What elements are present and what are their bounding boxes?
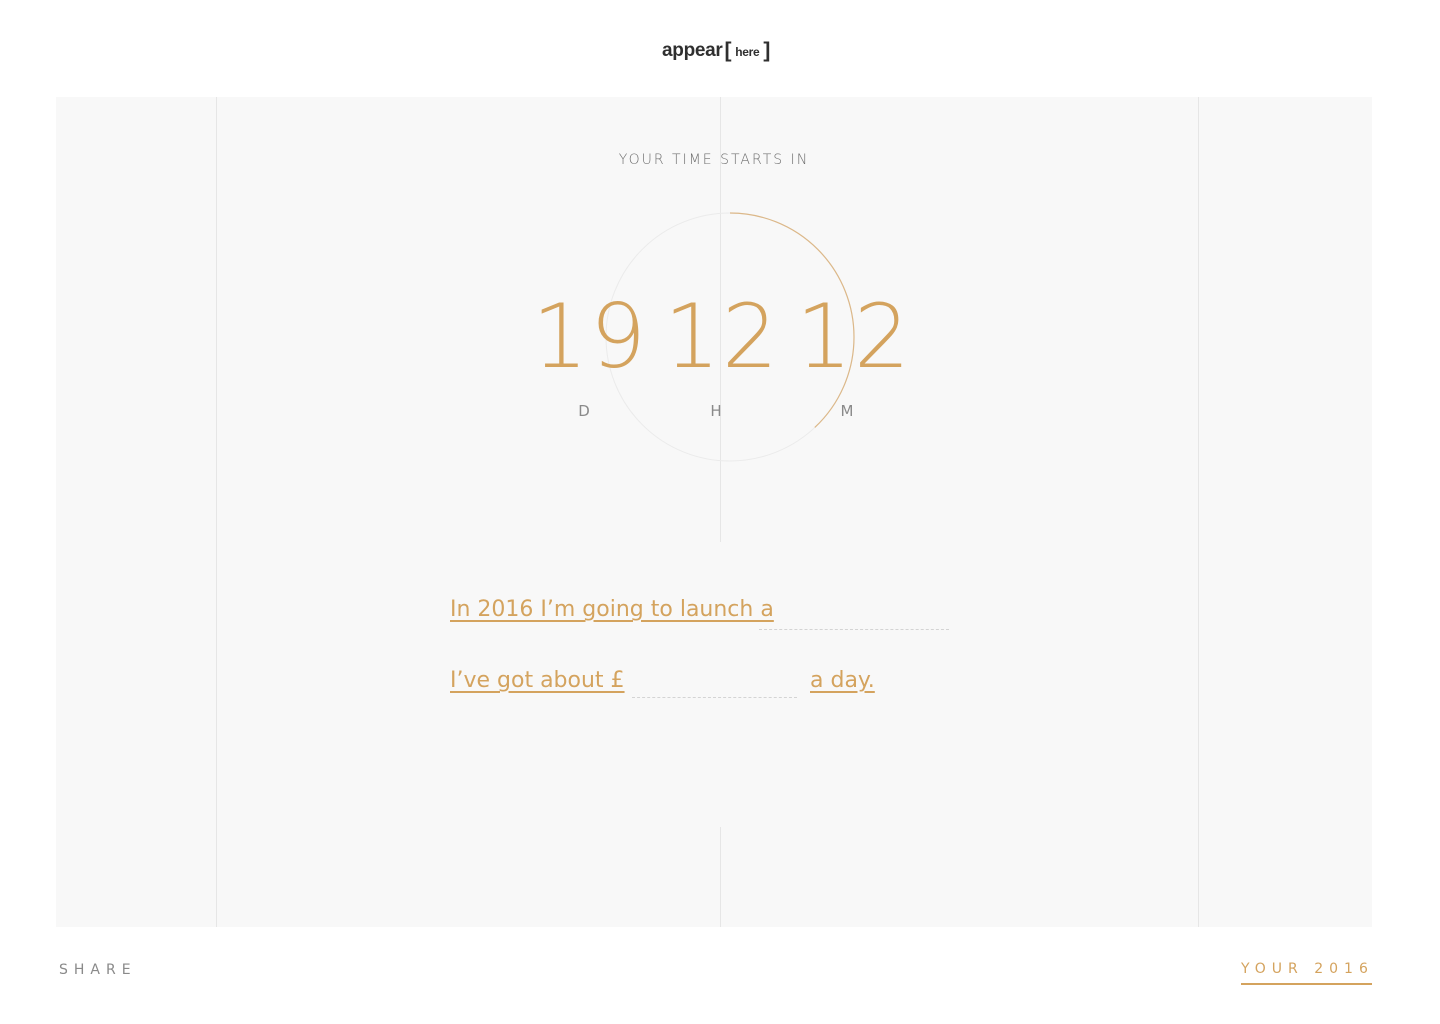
logo-here: here [735,45,760,59]
budget-input[interactable] [632,667,797,698]
logo-word: appear [662,40,723,61]
minutes-unit: M [840,402,854,420]
share-link[interactable]: SHARE [59,962,137,978]
header: appear [ here ] [0,0,1440,97]
grid-line-right [1198,97,1199,927]
your-2016-button[interactable]: YOUR 2016 [1241,961,1372,985]
countdown-label: YOUR TIME STARTS IN [618,152,810,168]
budget-sentence-suffix: a day. [810,668,875,693]
hours-value: 12 [664,285,780,388]
logo-open-bracket: [ [724,39,732,62]
hours-unit: H [710,402,722,420]
countdown-panel: YOUR TIME STARTS IN 19 12 12 D H M In 20… [56,97,1372,927]
days-unit: D [578,402,590,420]
minutes-value: 12 [796,285,912,388]
days-value: 19 [532,285,648,388]
launch-input[interactable] [759,599,949,630]
appear-here-logo[interactable]: appear [ here ] [662,38,772,64]
grid-line-left [216,97,217,927]
budget-sentence-prefix: I’ve got about £ [450,668,625,693]
launch-sentence: In 2016 I’m going to launch a [450,597,774,622]
logo-close-bracket: ] [763,39,771,62]
